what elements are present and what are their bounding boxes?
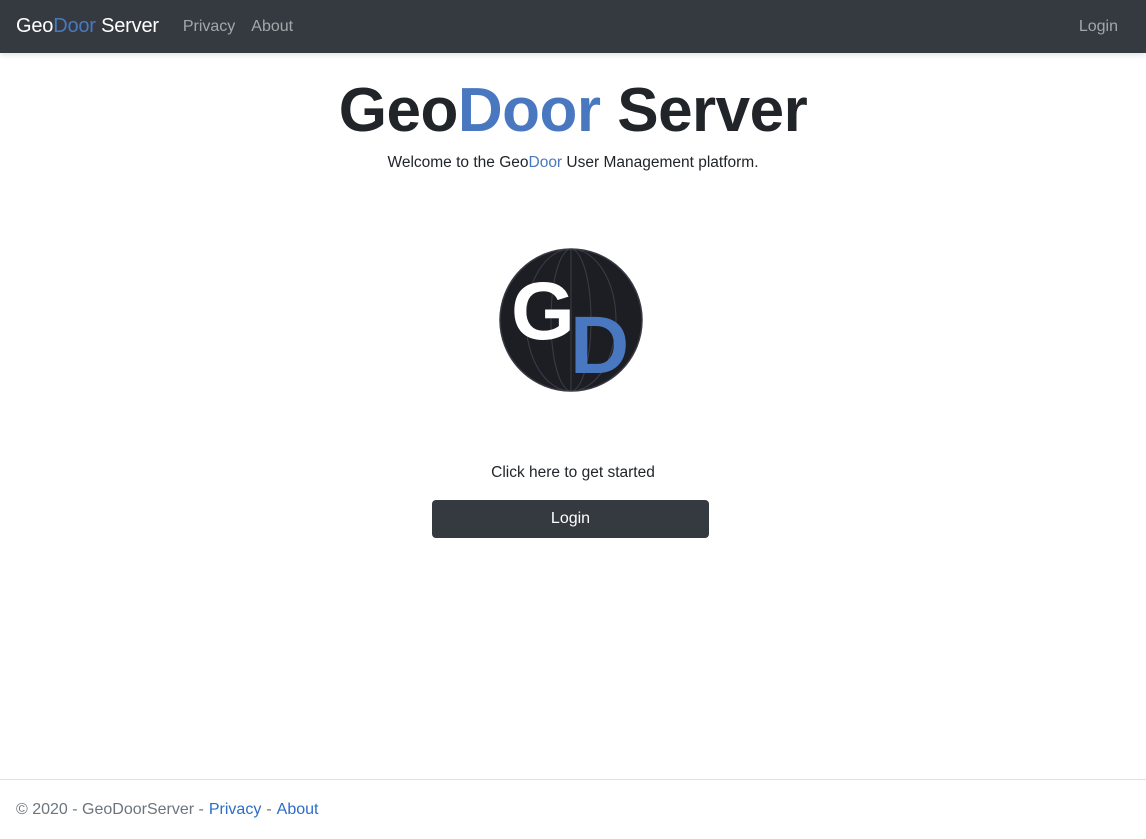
login-button[interactable]: Login xyxy=(432,500,709,538)
main-content: GeoDoor Server Welcome to the GeoDoor Us… xyxy=(0,53,1146,779)
welcome-suffix: User Management platform. xyxy=(562,154,759,171)
logo-letter-d: D xyxy=(570,300,629,391)
top-navbar: GeoDoor Server Privacy About Login xyxy=(0,0,1146,53)
nav-login-link[interactable]: Login xyxy=(1079,18,1118,36)
brand-server: Server xyxy=(95,15,159,37)
footer-separator: - xyxy=(266,800,272,818)
welcome-text: Welcome to the GeoDoor User Management p… xyxy=(0,152,1146,174)
page-title: GeoDoor Server xyxy=(0,75,1146,147)
get-started-text: Click here to get started xyxy=(491,464,655,481)
brand-door: Door xyxy=(53,15,96,37)
nav-privacy-link[interactable]: Privacy xyxy=(183,18,235,36)
nav-about-link[interactable]: About xyxy=(251,18,293,36)
title-geo: Geo xyxy=(338,76,459,145)
title-door: Door xyxy=(457,76,601,145)
logo-letter-g: G xyxy=(511,266,575,357)
geodoor-logo: G D xyxy=(499,248,643,392)
footer-copyright: © 2020 - GeoDoorServer - xyxy=(16,800,204,818)
footer-about-link[interactable]: About xyxy=(277,801,319,819)
brand-geo: Geo xyxy=(16,15,54,37)
brand-link[interactable]: GeoDoor Server xyxy=(16,15,159,38)
page-footer: © 2020 - GeoDoorServer - Privacy - About xyxy=(0,779,1146,839)
welcome-geo: Geo xyxy=(499,154,529,171)
title-server: Server xyxy=(600,76,808,145)
footer-privacy-link[interactable]: Privacy xyxy=(209,801,261,819)
welcome-prefix: Welcome to the xyxy=(387,154,500,171)
welcome-door: Door xyxy=(528,154,563,171)
